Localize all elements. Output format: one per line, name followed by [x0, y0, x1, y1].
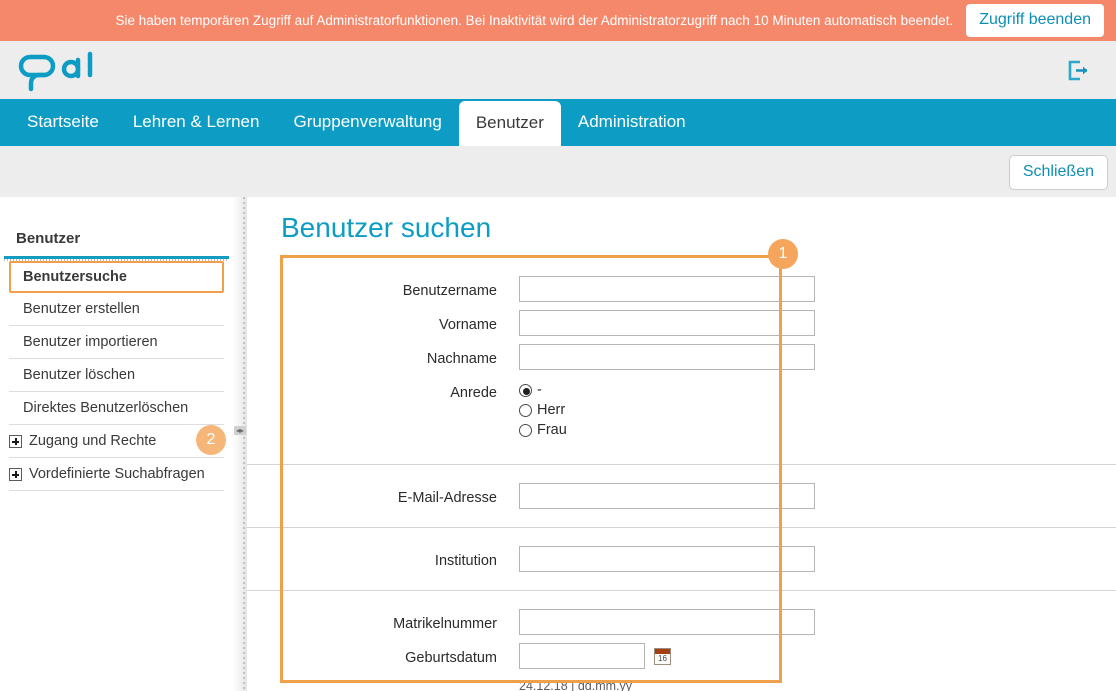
sidebar: Benutzer Benutzersuche Benutzer erstelle… [0, 197, 233, 691]
nav-tab-administration[interactable]: Administration [561, 100, 703, 146]
end-admin-access-button[interactable]: Zugriff beenden [966, 4, 1104, 37]
nav-tab-lehren-lernen[interactable]: Lehren & Lernen [116, 100, 277, 146]
form-row-matrikelnummer: Matrikelnummer [247, 605, 1116, 639]
main-content: Benutzer suchen 1 Benutzername Vorname [247, 197, 1116, 691]
calendar-icon[interactable]: 16 [654, 648, 671, 665]
label-nachname: Nachname [247, 344, 519, 368]
logout-icon[interactable] [1066, 58, 1091, 88]
input-vorname[interactable] [519, 310, 815, 336]
form-row-geburtsdatum: Geburtsdatum 16 [247, 639, 1116, 673]
sidebar-item-vordefinierte-suchabfragen[interactable]: Vordefinierte Suchabfragen [9, 458, 224, 491]
label-benutzername: Benutzername [247, 276, 519, 300]
form-row-benutzername: Benutzername [247, 272, 1116, 306]
form-section-personal: Benutzername Vorname Nachname Anrede [247, 255, 1116, 464]
input-institution[interactable] [519, 546, 815, 572]
content-toolbar: Schließen [0, 146, 1116, 197]
label-institution: Institution [247, 546, 519, 570]
form-row-institution: Institution [247, 542, 1116, 576]
form-section-institution: Institution [247, 527, 1116, 590]
label-vorname: Vorname [247, 310, 519, 334]
admin-access-banner: Sie haben temporären Zugriff auf Adminis… [0, 0, 1116, 41]
sidebar-item-benutzersuche[interactable]: Benutzersuche [9, 261, 224, 293]
sidebar-menu: Benutzersuche Benutzer erstellen Benutze… [0, 261, 233, 491]
label-email-adresse: E-Mail-Adresse [247, 483, 519, 507]
label-geburtsdatum: Geburtsdatum [247, 643, 519, 667]
input-geburtsdatum[interactable] [519, 643, 645, 669]
site-header [0, 41, 1116, 99]
input-matrikelnummer[interactable] [519, 609, 815, 635]
label-matrikelnummer: Matrikelnummer [247, 609, 519, 633]
date-input-group: 16 [519, 643, 671, 669]
expand-plus-icon[interactable] [9, 468, 22, 481]
splitter-dotted-line [243, 197, 245, 691]
sidebar-item-label: Zugang und Rechte [29, 432, 156, 450]
main-navigation: Startseite Lehren & Lernen Gruppenverwal… [0, 99, 1116, 146]
label-anrede: Anrede [247, 378, 519, 402]
admin-banner-message: Sie haben temporären Zugriff auf Adminis… [115, 13, 953, 29]
expand-plus-icon[interactable] [9, 435, 22, 448]
form-section-email: E-Mail-Adresse [247, 464, 1116, 527]
form-row-email: E-Mail-Adresse [247, 479, 1116, 513]
sidebar-title: Benutzer [0, 197, 233, 256]
radio-anrede-herr[interactable]: Herr [519, 401, 567, 420]
radio-label: Herr [537, 401, 565, 420]
opal-logo[interactable] [14, 46, 106, 99]
form-row-anrede: Anrede - Herr [247, 374, 1116, 445]
annotation-badge-2: 2 [196, 425, 226, 455]
form-row-nachname: Nachname [247, 340, 1116, 374]
sidebar-item-benutzer-erstellen[interactable]: Benutzer erstellen [9, 293, 224, 326]
body-area: Benutzer Benutzersuche Benutzer erstelle… [0, 197, 1116, 691]
radio-mark-icon[interactable] [519, 404, 532, 417]
radio-label: - [537, 381, 542, 400]
nav-tab-benutzer[interactable]: Benutzer [459, 101, 561, 146]
input-benutzername[interactable] [519, 276, 815, 302]
sidebar-splitter[interactable]: ◂▸ [233, 197, 247, 691]
sidebar-item-zugang-und-rechte[interactable]: Zugang und Rechte [9, 425, 224, 458]
nav-tab-gruppenverwaltung[interactable]: Gruppenverwaltung [276, 100, 458, 146]
sidebar-item-benutzer-loeschen[interactable]: Benutzer löschen [9, 359, 224, 392]
radio-group-anrede: - Herr Frau [519, 378, 567, 441]
input-email-adresse[interactable] [519, 483, 815, 509]
search-form: 1 Benutzername Vorname Nachname [247, 255, 1116, 691]
nav-tab-list: Startseite Lehren & Lernen Gruppenverwal… [0, 99, 1116, 146]
date-format-hint: 24.12.18 | dd.mm.yy [247, 673, 1116, 691]
radio-mark-icon[interactable] [519, 424, 532, 437]
page-root: Sie haben temporären Zugriff auf Adminis… [0, 0, 1116, 691]
form-section-studies: Matrikelnummer Geburtsdatum 16 [247, 590, 1116, 691]
annotation-badge-1: 1 [768, 239, 798, 269]
radio-label: Frau [537, 421, 567, 440]
splitter-handle-icon[interactable]: ◂▸ [234, 426, 246, 435]
page-title: Benutzer suchen [247, 197, 1116, 244]
input-nachname[interactable] [519, 344, 815, 370]
close-button[interactable]: Schließen [1009, 155, 1108, 190]
sidebar-item-direktes-benutzerloeschen[interactable]: Direktes Benutzerlöschen [9, 392, 224, 425]
radio-anrede-none[interactable]: - [519, 381, 567, 400]
calendar-icon-day: 16 [655, 654, 670, 664]
sidebar-item-benutzer-importieren[interactable]: Benutzer importieren [9, 326, 224, 359]
radio-anrede-frau[interactable]: Frau [519, 421, 567, 440]
form-row-vorname: Vorname [247, 306, 1116, 340]
nav-tab-startseite[interactable]: Startseite [10, 100, 116, 146]
sidebar-item-label: Vordefinierte Suchabfragen [29, 465, 205, 483]
radio-mark-icon[interactable] [519, 384, 532, 397]
